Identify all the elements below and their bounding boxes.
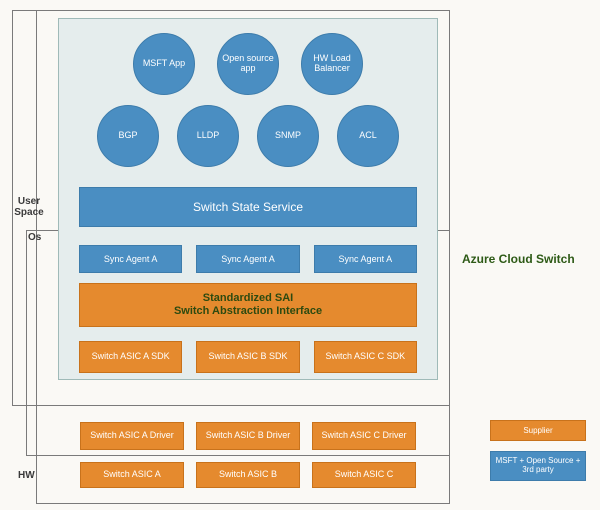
sai-line2: Switch Abstraction Interface [174,305,322,318]
hw-box: Switch ASIC B [196,462,300,488]
apps-row-top: MSFT App Open source app HW Load Balance… [59,33,437,95]
sync-agent: Sync Agent A [314,245,417,273]
driver-row: Switch ASIC A Driver Switch ASIC B Drive… [58,422,438,456]
driver-box: Switch ASIC B Driver [196,422,300,450]
diagram-title: Azure Cloud Switch [462,252,575,266]
hw-box: Switch ASIC C [312,462,416,488]
label-os: Os [28,232,41,243]
sdk-box: Switch ASIC A SDK [79,341,182,373]
sdk-box: Switch ASIC C SDK [314,341,417,373]
circle-bgp: BGP [97,105,159,167]
apps-row-bottom: BGP LLDP SNMP ACL [59,105,437,167]
switch-state-service: Switch State Service [79,187,417,227]
label-hw: HW [18,470,35,481]
sai-line1: Standardized SAI [203,292,293,305]
driver-box: Switch ASIC A Driver [80,422,184,450]
sync-agents-row: Sync Agent A Sync Agent A Sync Agent A [79,245,417,273]
sync-agent: Sync Agent A [196,245,299,273]
driver-box: Switch ASIC C Driver [312,422,416,450]
sync-agent: Sync Agent A [79,245,182,273]
hw-box: Switch ASIC A [80,462,184,488]
hw-row: Switch ASIC A Switch ASIC B Switch ASIC … [58,462,438,492]
sai-box: Standardized SAI Switch Abstraction Inte… [79,283,417,327]
sdk-row: Switch ASIC A SDK Switch ASIC B SDK Swit… [79,341,417,373]
legend-supplier: Supplier [490,420,586,441]
circle-open-source-app: Open source app [217,33,279,95]
circle-acl: ACL [337,105,399,167]
legend: Supplier MSFT + Open Source + 3rd party [490,420,586,491]
circle-lldp: LLDP [177,105,239,167]
circle-hw-load-balancer: HW Load Balancer [301,33,363,95]
circle-snmp: SNMP [257,105,319,167]
main-panel: MSFT App Open source app HW Load Balance… [58,18,438,380]
circle-msft-app: MSFT App [133,33,195,95]
legend-msft: MSFT + Open Source + 3rd party [490,451,586,481]
label-user-space: User Space [12,196,46,218]
sdk-box: Switch ASIC B SDK [196,341,299,373]
